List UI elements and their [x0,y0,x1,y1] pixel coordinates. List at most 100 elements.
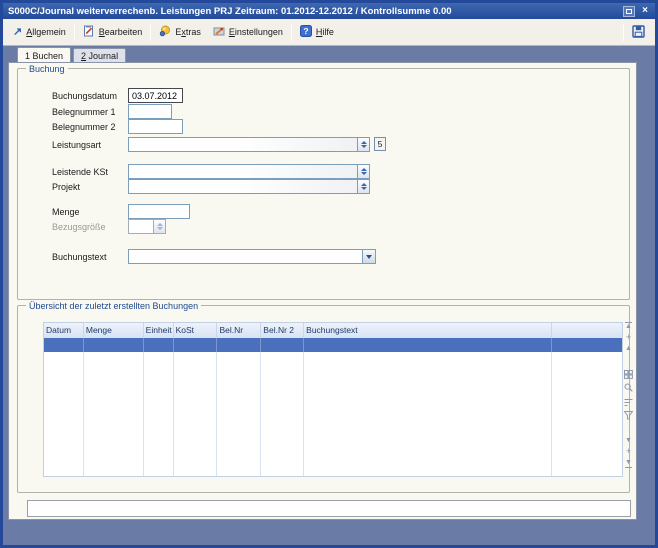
window-title: S000C/Journal weiterverrechenb. Leistung… [8,6,623,17]
client-area: 1 Buchen 2 Journal Buchung Buchungsdatum… [3,46,655,521]
group-buchung-title: Buchung [26,64,68,74]
menu-item-einstellungen[interactable]: Einstellungen [207,22,289,42]
spin-down-icon [361,187,367,190]
leistende-kst-input[interactable] [129,165,357,178]
prev-record-icon: ▲ [625,345,632,352]
column-header-kost[interactable]: KoSt [174,323,218,338]
filter-button[interactable] [623,411,634,423]
tab-journal-label: 2 Journal [81,51,118,61]
settings-icon [213,25,225,39]
spin-down-icon [361,145,367,148]
cell-belnr [217,338,261,352]
leistende-kst-combo[interactable] [128,164,370,179]
cell-einheit [144,338,174,352]
label-leistungsart: Leistungsart [52,140,101,150]
menu-item-allgemein[interactable]: ↗ Allgemein [7,24,72,41]
grid-body [44,352,622,476]
leistungsart-input[interactable] [129,138,357,151]
page-down-icon: + [626,446,631,456]
menu-item-hilfe[interactable]: ? Hilfe [294,22,340,42]
spin-down-icon [157,227,163,230]
dropdown-button[interactable] [362,250,375,263]
spin-up-icon [361,183,367,186]
sort-icon [624,398,633,407]
menge-input[interactable] [128,204,190,219]
body-column [84,352,144,476]
column-header-menge[interactable]: Menge [84,323,144,338]
menubar: ↗ Allgemein Bearbeiten Extras Einstellun… [3,19,655,46]
column-header-belnr[interactable]: Bel.Nr [217,323,261,338]
projekt-input[interactable] [129,180,357,193]
column-header-filler [552,323,622,338]
restore-icon [626,9,632,14]
sort-button[interactable] [623,398,634,410]
leistungsart-count-badge: 5 [374,137,386,151]
buchungstext-dropdown[interactable] [128,249,376,264]
body-column [174,352,218,476]
filter-icon [624,411,633,420]
tab-buchen-label: 1 Buchen [25,51,63,61]
cell-buchungstext [304,338,552,352]
belegnummer1-input[interactable] [128,104,172,119]
close-button[interactable]: × [640,6,650,16]
spin-up-icon [157,223,163,226]
menu-separator [74,24,75,41]
search-icon [624,383,633,392]
menu-item-extras[interactable]: Extras [153,22,207,42]
first-record-button[interactable]: ▲ [623,322,634,331]
tab-buchen[interactable]: 1 Buchen [17,47,71,62]
spinner-button [153,220,165,233]
body-column [304,352,552,476]
column-header-belnr2[interactable]: Bel.Nr 2 [261,323,304,338]
label-belegnummer2: Belegnummer 2 [52,122,116,132]
first-record-icon: ▲ [625,322,632,331]
body-column [144,352,174,476]
spin-up-icon [361,141,367,144]
label-projekt: Projekt [52,182,80,192]
extras-icon [159,25,171,39]
belegnummer2-input[interactable] [128,119,183,134]
bezugsgroesse-spinner [128,219,166,234]
leistungsart-combo[interactable] [128,137,370,152]
search-button[interactable] [623,383,634,395]
label-bezugsgroesse: Bezugsgröße [52,222,106,232]
edit-icon [83,25,95,39]
next-record-button[interactable]: ▼ [623,437,634,445]
group-overview-title: Übersicht der zuletzt erstellten Buchung… [26,301,201,311]
menu-separator [291,24,292,41]
cell-kost [174,338,218,352]
restore-button[interactable] [623,6,635,17]
projekt-combo[interactable] [128,179,370,194]
spinner-button[interactable] [357,180,369,193]
help-icon: ? [300,25,312,39]
save-button[interactable] [626,23,651,42]
page-up-button[interactable]: + [623,333,634,342]
menu-item-bearbeiten[interactable]: Bearbeiten [77,22,149,42]
grid-icon [624,370,633,379]
spinner-button[interactable] [357,138,369,151]
spin-down-icon [361,172,367,175]
spinner-button[interactable] [357,165,369,178]
tab-strip: 1 Buchen 2 Journal [17,48,128,62]
body-column [552,352,622,476]
last-record-button[interactable]: ▼ [623,459,634,468]
buchungsdatum-input[interactable] [128,88,183,103]
page-down-button[interactable]: + [623,447,634,456]
column-header-datum[interactable]: Datum [44,323,84,338]
buchungstext-input[interactable] [129,250,362,263]
grid-header: Datum Menge Einheit KoSt Bel.Nr Bel.Nr 2… [44,323,622,338]
titlebar: S000C/Journal weiterverrechenb. Leistung… [3,3,655,19]
label-buchungsdatum: Buchungsdatum [52,91,117,101]
menu-label-einstellungen: Einstellungen [229,27,283,37]
body-column [44,352,84,476]
grid-view-button[interactable] [623,370,634,382]
column-header-einheit[interactable]: Einheit [144,323,174,338]
column-header-buchungstext[interactable]: Buchungstext [304,323,552,338]
label-buchungstext: Buchungstext [52,252,107,262]
prev-record-button[interactable]: ▲ [623,345,634,353]
tab-journal[interactable]: 2 Journal [73,48,126,62]
next-record-icon: ▼ [625,437,632,444]
body-column [261,352,304,476]
menu-label-extras: Extras [175,27,201,37]
selected-table-row[interactable] [44,338,622,352]
